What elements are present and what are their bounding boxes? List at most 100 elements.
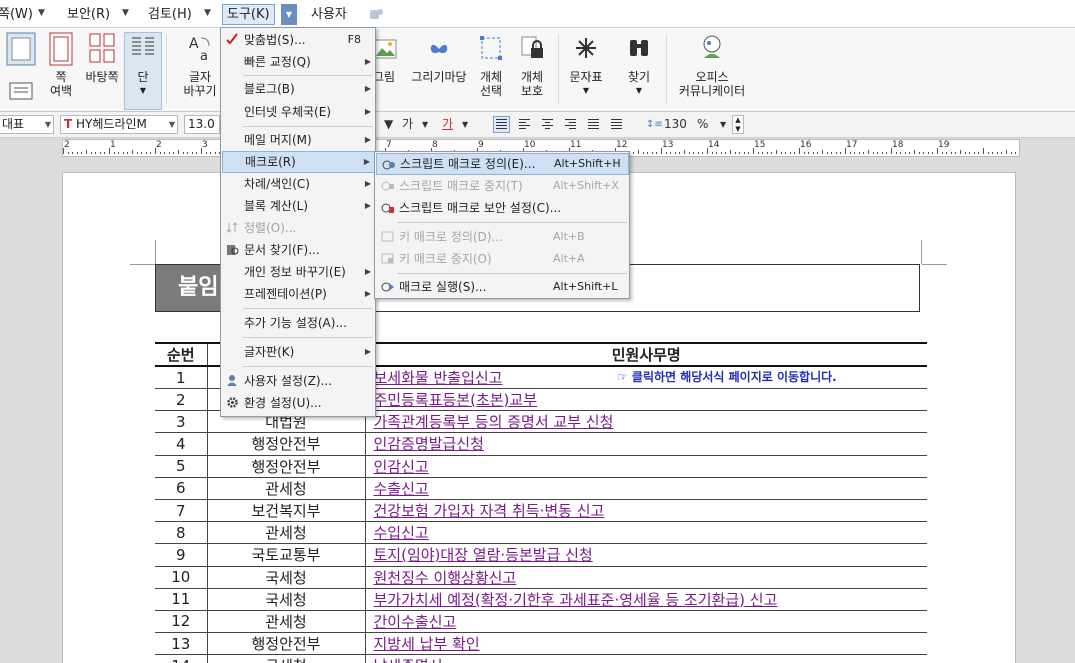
find-dropdown-icon[interactable]: ▼ — [622, 84, 656, 98]
menu-review[interactable]: 검토(H) — [144, 4, 196, 25]
menu-page[interactable]: 쪽(W) — [0, 4, 37, 25]
font-select[interactable]: T HY헤드라인M ▼ — [60, 115, 178, 134]
select-object-button[interactable]: 개체 선택 — [474, 32, 508, 98]
row-civil-affair-link[interactable]: 원천징수 이행상황신고 — [365, 566, 927, 589]
ruler-tick — [757, 152, 759, 154]
char-replace-button[interactable]: Aa 글자 바꾸기 — [178, 32, 222, 98]
menu-item-blog[interactable]: 블로그(B) ▶ — [222, 78, 375, 100]
symbol-button[interactable]: 문자표 ▼ — [565, 32, 607, 98]
menu-item-personal-info[interactable]: 개인 정보 바꾸기(E) ▶ — [222, 261, 375, 283]
ruler-tick — [1006, 150, 1007, 154]
row-number: 2 — [155, 388, 208, 412]
font-color-icon[interactable]: 가 — [402, 115, 413, 134]
menu-item-quick-correct[interactable]: 빠른 교정(Q) ▶ — [222, 51, 375, 73]
puzzle-icon[interactable] — [368, 7, 384, 21]
align-justify-icon[interactable] — [493, 116, 510, 133]
draw-shape-label: 그리기마당 — [411, 70, 467, 84]
table-row: 7 보건복지부 건강보험 가입자 자격 취득·변동 신고 — [155, 499, 927, 523]
style-select[interactable]: 대표 ▼ — [0, 115, 54, 134]
menu-review-arrow-icon[interactable]: ▼ — [204, 8, 211, 18]
menu-item-macro[interactable]: 매크로(R) ▶ — [222, 151, 375, 173]
ruler-tick — [826, 152, 828, 154]
line-spacing-stepper[interactable]: ▲ ▼ — [732, 115, 744, 134]
ruler-number: 7 — [386, 140, 392, 150]
row-civil-affair-link[interactable]: 납세증명서 — [365, 654, 927, 663]
hwp-window: 쪽(W) ▼ 보안(R) ▼ 검토(H) ▼ 도구(K) ▼ 사용자 쪽 여백 … — [0, 0, 1075, 663]
background-page-button[interactable]: 바탕쪽 — [82, 32, 122, 84]
row-civil-affair-link[interactable]: 부가가치세 예정(확정·기한후 과세표준·영세율 등 조기환급) 신고 — [365, 588, 927, 611]
ruler-tick — [914, 150, 915, 154]
menu-page-arrow-icon[interactable]: ▼ — [38, 8, 45, 18]
ruler-tick — [67, 152, 69, 154]
align-center-icon[interactable] — [539, 116, 556, 133]
menu-item-env-settings[interactable]: 환경 설정(U)... — [222, 392, 375, 414]
row-civil-affair-link[interactable]: 수입신고 — [365, 521, 927, 545]
menu-item-spell-check[interactable]: 맞춤법(S)... F8 — [222, 29, 375, 51]
column-button[interactable]: 단 ▼ — [126, 32, 160, 98]
page-margin-button[interactable]: 쪽 여백 — [44, 32, 78, 98]
row-number: 5 — [155, 455, 208, 478]
line-spacing-unit[interactable]: % — [697, 115, 708, 134]
align-distribute-icon[interactable] — [585, 116, 602, 133]
submenu-item-run-macro[interactable]: 매크로 실행(S)... Alt+Shift+L — [376, 276, 629, 298]
row-ministry: 국토교통부 — [207, 543, 366, 567]
menu-item-toc-index[interactable]: 차례/색인(C) ▶ — [222, 173, 375, 195]
page-orient-button[interactable] — [3, 32, 39, 70]
align-split-icon[interactable] — [608, 116, 625, 133]
row-civil-affair-link[interactable]: 간이수출신고 — [365, 610, 927, 634]
menu-item-user-settings[interactable]: 사용자 설정(Z)... — [222, 370, 375, 392]
macro-record-icon — [382, 160, 395, 170]
menu-item-block-calc[interactable]: 블록 계산(L) ▶ — [222, 195, 375, 217]
page-landscape-button[interactable] — [6, 82, 36, 103]
ruler-tick — [661, 148, 662, 154]
chevron-down-icon[interactable]: ▼ — [384, 115, 393, 134]
row-civil-affair-link[interactable]: 수출신고 — [365, 477, 927, 500]
row-civil-affair-link[interactable]: 주민등록표등본(초본)교부 — [365, 388, 927, 412]
find-button[interactable]: 찾기 ▼ — [622, 32, 656, 98]
menu-item-internet-post[interactable]: 인터넷 우체국(E) ▶ — [222, 101, 375, 123]
menu-security[interactable]: 보안(R) — [63, 4, 114, 25]
row-civil-affair-link[interactable]: 인감증명발급신청 — [365, 432, 927, 456]
sort-icon — [226, 222, 238, 233]
ruler-number: 8 — [432, 140, 438, 150]
row-civil-affair-link[interactable]: 인감신고 — [365, 455, 927, 478]
draw-shape-button[interactable]: 그리기마당 — [406, 32, 472, 84]
menu-item-presentation[interactable]: 프레젠테이션(P) ▶ — [222, 283, 375, 305]
ruler-tick — [136, 152, 138, 154]
row-civil-affair-link[interactable]: 건강보험 가입자 자격 취득·변동 신고 — [365, 499, 927, 523]
menu-item-addon-settings[interactable]: 추가 기능 설정(A)... — [222, 312, 375, 334]
header-civil-affair: 민원사무명 — [365, 342, 927, 367]
submenu-item-define-script[interactable]: 스크립트 매크로 정의(E)... Alt+Shift+H — [376, 153, 629, 175]
row-civil-affair-link[interactable]: 지방세 납부 확인 — [365, 632, 927, 656]
align-right-icon[interactable] — [562, 116, 579, 133]
chevron-down-icon[interactable]: ▼ — [462, 115, 468, 134]
submenu-item-script-security[interactable]: 스크립트 매크로 보안 설정(C)... — [376, 197, 629, 219]
menu-user[interactable]: 사용자 — [307, 4, 351, 25]
align-left-icon[interactable] — [516, 116, 533, 133]
office-communicator-button[interactable]: 오피스 커뮤니케이터 — [672, 32, 752, 98]
chevron-down-icon[interactable]: ▼ — [422, 115, 428, 134]
row-number: 4 — [155, 432, 208, 456]
ruler-tick — [927, 152, 929, 154]
menu-item-glyph-panel[interactable]: 글자판(K) ▶ — [222, 341, 375, 363]
column-dropdown-icon[interactable]: ▼ — [126, 84, 160, 98]
menu-item-find-docs[interactable]: 문서 찾기(F)... — [222, 239, 375, 261]
ruler-tick — [145, 152, 147, 154]
menu-tools[interactable]: 도구(K) — [222, 4, 275, 25]
font-size-field[interactable]: 13.0 — [184, 115, 220, 134]
submenu-arrow-icon: ▶ — [364, 179, 371, 188]
menu-item-mail-merge[interactable]: 메일 머지(M) ▶ — [222, 129, 375, 151]
row-civil-affair-link[interactable]: 가족관계등록부 등의 증명서 교부 신청 — [365, 410, 927, 434]
menu-security-arrow-icon[interactable]: ▼ — [122, 8, 129, 18]
ruler-tick — [872, 152, 874, 154]
menu-tools-dropdown-icon[interactable]: ▼ — [281, 4, 297, 25]
row-ministry: 관세청 — [207, 521, 366, 545]
protect-object-button[interactable]: 개체 보호 — [514, 32, 550, 98]
highlight-color-icon[interactable]: 가 — [442, 115, 453, 134]
symbol-dropdown-icon[interactable]: ▼ — [565, 84, 607, 98]
row-civil-affair-link[interactable]: 토지(임야)대장 열람·등본발급 신청 — [365, 543, 927, 567]
chevron-down-icon[interactable]: ▼ — [720, 115, 726, 134]
symbol-label: 문자표 — [569, 70, 603, 84]
line-spacing-value[interactable]: 130 — [664, 115, 687, 134]
row-ministry: 국세청 — [207, 654, 366, 663]
